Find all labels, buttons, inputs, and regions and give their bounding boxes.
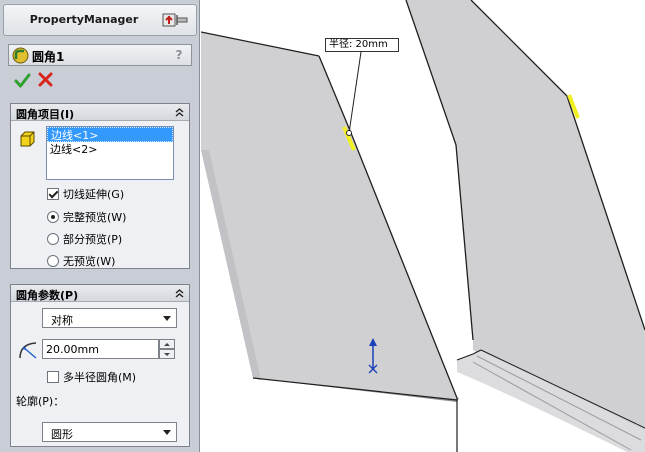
radius-arc-icon [19,342,37,359]
no-preview-radio[interactable]: 无预览(W) [47,253,115,269]
radius-input[interactable] [42,339,159,359]
property-manager-header: PropertyManager [3,4,197,36]
fillet-parameters-title: 圆角参数(P) [16,289,79,302]
callout-leader [348,51,362,134]
profile-label: 轮廓(P)： [16,395,65,408]
edge-list-item[interactable]: 边线<1> [47,127,173,142]
no-preview-radio-dot[interactable] [47,255,59,267]
model-canvas[interactable] [201,0,645,452]
fillet-items-title: 圆角项目(I) [16,108,75,121]
pin-icon[interactable] [162,13,190,27]
dropdown-arrow-icon [163,430,171,435]
cancel-x-button[interactable] [38,72,53,87]
profile-value: 圆形 [51,428,73,441]
collapse-chevron-icon[interactable] [174,288,185,299]
partial-preview-label: 部分预览(P) [63,233,123,246]
partial-preview-radio[interactable]: 部分预览(P) [47,231,122,247]
tangent-propagation-label: 切线延伸(G) [63,188,125,201]
edge-list-item[interactable]: 边线<2> [47,142,173,157]
fillet-items-header: 圆角项目(I) [11,104,189,121]
spinner-up-icon[interactable] [159,339,175,349]
fillet-method-select[interactable]: 对称 [42,308,177,328]
ok-check-button[interactable] [14,72,31,89]
radius-callout-label[interactable]: 半径: 20mm [325,38,399,52]
tangent-propagation-box[interactable] [47,188,59,200]
multi-radius-label: 多半径圆角(M) [63,371,137,384]
edge-selection-list[interactable]: 边线<1> 边线<2> [46,126,174,180]
feature-title-bar: 圆角1 ? [8,44,192,66]
property-manager-title: PropertyManager [29,13,139,26]
profile-select[interactable]: 圆形 [42,422,177,442]
dropdown-arrow-icon [163,316,171,321]
fillet-method-value: 对称 [51,314,73,327]
fillet-items-group: 圆角项目(I) 边线<1> 边线<2> 切线延伸(G) 完整预览(W) 部分预览… [10,103,190,269]
multi-radius-box[interactable] [47,371,59,383]
multi-radius-checkbox[interactable]: 多半径圆角(M) [47,369,136,385]
full-preview-label: 完整预览(W) [63,211,127,224]
graphics-viewport[interactable]: 半径: 20mm [201,0,645,452]
full-preview-radio-dot[interactable] [47,211,59,223]
tangent-propagation-checkbox[interactable]: 切线延伸(G) [47,186,124,202]
edge-selection-cube-icon [20,131,35,147]
property-manager-panel: PropertyManager 圆角1 ? 圆角项目(I) 边线<1> 边线<2… [0,0,200,452]
full-preview-radio[interactable]: 完整预览(W) [47,209,126,225]
fillet-parameters-header: 圆角参数(P) [11,285,189,302]
help-icon[interactable]: ? [173,48,185,62]
no-preview-label: 无预览(W) [63,255,116,268]
fillet-feature-icon [12,47,29,64]
radius-spinner[interactable] [159,339,175,359]
collapse-chevron-icon[interactable] [174,107,185,118]
feature-title: 圆角1 [32,50,65,64]
spinner-down-icon[interactable] [159,349,175,359]
fillet-parameters-group: 圆角参数(P) 对称 多半径圆角(M) 轮廓(P)： 圆形 [10,284,190,447]
partial-preview-radio-dot[interactable] [47,233,59,245]
